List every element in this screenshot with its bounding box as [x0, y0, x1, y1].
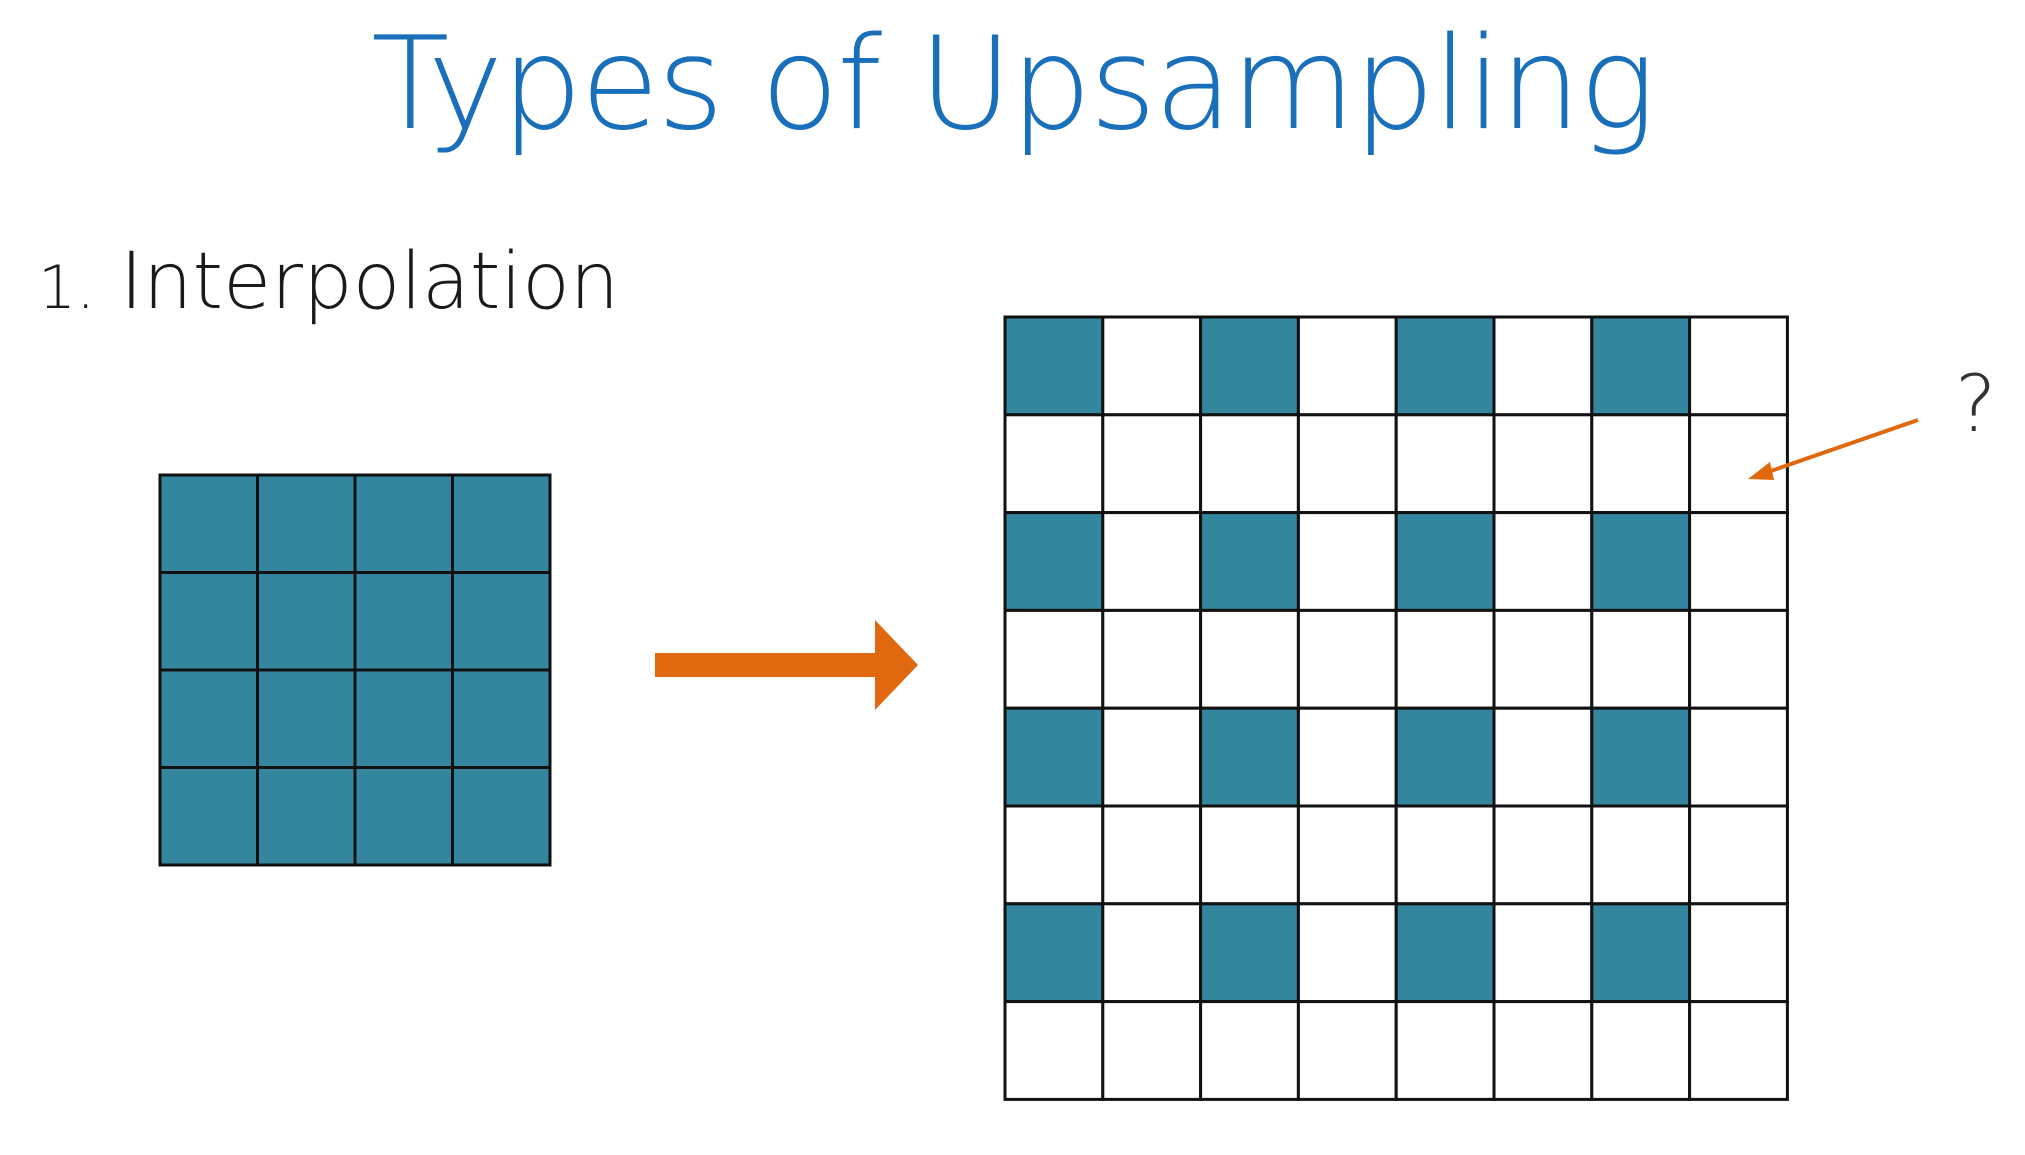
output-cell-empty [1199, 608, 1300, 710]
right-arrow-icon [655, 620, 918, 710]
output-cell-empty [1590, 804, 1692, 906]
output-cell-empty [1003, 413, 1105, 515]
output-cell-empty [1688, 902, 1789, 1004]
input-cell-filled [158, 766, 259, 867]
input-cell-filled [451, 668, 552, 769]
output-cell-empty [1003, 608, 1105, 710]
output-cell-empty [1688, 608, 1789, 710]
output-cell-empty [1101, 315, 1203, 417]
output-cell-filled [1394, 706, 1496, 808]
output-cell-filled [1199, 706, 1300, 808]
output-cell-filled [1199, 902, 1300, 1004]
output-grid [1003, 315, 1789, 1101]
output-cell-filled [1199, 511, 1300, 612]
output-cell-empty [1492, 315, 1594, 417]
output-cell-empty [1296, 413, 1398, 515]
output-cell-empty [1492, 902, 1594, 1004]
output-cell-empty [1296, 1000, 1398, 1101]
input-cell-filled [353, 668, 454, 769]
input-cell-filled [451, 766, 552, 867]
output-cell-empty [1394, 1000, 1496, 1101]
output-cell-empty [1003, 1000, 1105, 1101]
output-cell-empty [1492, 413, 1594, 515]
output-cell-empty [1101, 511, 1203, 612]
input-cell-filled [353, 473, 454, 574]
output-cell-empty [1688, 706, 1789, 808]
output-cell-empty [1492, 706, 1594, 808]
input-cell-filled [158, 571, 259, 672]
output-cell-empty [1101, 706, 1203, 808]
output-cell-empty [1688, 804, 1789, 906]
output-cell-empty [1590, 1000, 1692, 1101]
output-cell-filled [1590, 511, 1692, 612]
input-cell-filled [256, 473, 357, 574]
input-cell-filled [451, 571, 552, 672]
input-cell-filled [353, 571, 454, 672]
output-cell-empty [1296, 608, 1398, 710]
output-cell-filled [1003, 511, 1105, 612]
output-cell-empty [1003, 804, 1105, 906]
output-cell-empty [1101, 608, 1203, 710]
output-cell-empty [1199, 413, 1300, 515]
output-cell-empty [1394, 804, 1496, 906]
output-cell-empty [1590, 413, 1692, 515]
output-cell-empty [1590, 608, 1692, 710]
output-cell-filled [1199, 315, 1300, 417]
question-mark-label: ? [1955, 360, 1997, 450]
output-cell-empty [1688, 413, 1789, 515]
input-cell-filled [158, 668, 259, 769]
output-cell-empty [1101, 902, 1203, 1004]
output-cell-filled [1394, 511, 1496, 612]
output-cell-empty [1101, 1000, 1203, 1101]
output-cell-empty [1296, 511, 1398, 612]
output-cell-empty [1296, 804, 1398, 906]
output-cell-empty [1296, 902, 1398, 1004]
pointer-arrow-line [1767, 418, 1919, 474]
output-cell-filled [1590, 902, 1692, 1004]
output-cell-empty [1199, 804, 1300, 906]
output-cell-empty [1101, 413, 1203, 515]
output-cell-empty [1394, 413, 1496, 515]
transform-arrow [655, 620, 918, 710]
output-cell-empty [1492, 608, 1594, 710]
output-cell-filled [1003, 706, 1105, 808]
output-cell-empty [1101, 804, 1203, 906]
output-cell-empty [1492, 511, 1594, 612]
output-cell-filled [1590, 706, 1692, 808]
input-cell-filled [256, 571, 357, 672]
output-cell-empty [1492, 804, 1594, 906]
input-cell-filled [256, 668, 357, 769]
output-cell-empty [1394, 608, 1496, 710]
output-cell-empty [1688, 315, 1789, 417]
output-cell-empty [1199, 1000, 1300, 1101]
output-cell-filled [1003, 902, 1105, 1004]
output-cell-empty [1688, 511, 1789, 612]
input-cell-filled [158, 473, 259, 574]
output-cell-empty [1492, 1000, 1594, 1101]
output-cell-filled [1003, 315, 1105, 417]
input-cell-filled [451, 473, 552, 574]
output-cell-empty [1296, 706, 1398, 808]
output-cell-filled [1590, 315, 1692, 417]
upsampling-diagram [158, 315, 1919, 1101]
output-cell-filled [1394, 902, 1496, 1004]
output-cell-empty [1296, 315, 1398, 417]
input-grid [158, 473, 552, 867]
input-cell-filled [256, 766, 357, 867]
input-cell-filled [353, 766, 454, 867]
output-cell-empty [1688, 1000, 1789, 1101]
output-cell-filled [1394, 315, 1496, 417]
